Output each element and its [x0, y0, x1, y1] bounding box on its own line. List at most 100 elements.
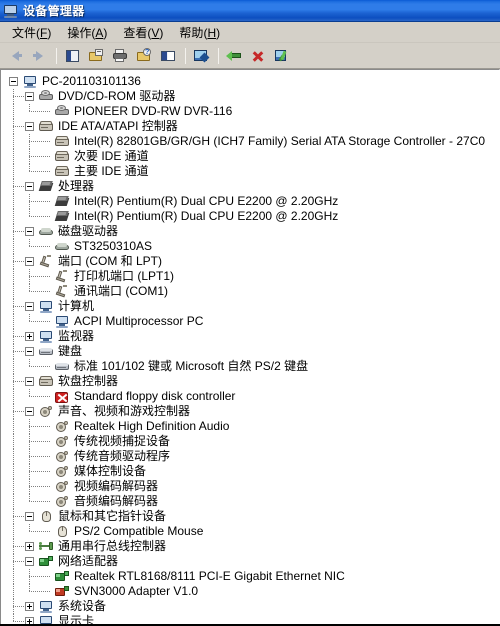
uninstall-red-x-icon — [250, 48, 267, 64]
view-toggle-button[interactable] — [157, 45, 180, 67]
tree-node-label: PIONEER DVD-RW DVR-116 — [74, 104, 233, 118]
tree-node[interactable]: 磁盘驱动器 — [1, 224, 499, 239]
scan-hardware-button[interactable] — [190, 45, 213, 67]
expander-minus-icon[interactable] — [25, 257, 34, 266]
disk-drive-icon — [38, 224, 55, 239]
tree-node-label: Intel(R) 82801GB/GR/GH (ICH7 Family) Ser… — [74, 134, 486, 148]
tree-node[interactable]: 传统音频驱动程序 — [1, 449, 499, 464]
tree-node[interactable]: Intel(R) Pentium(R) Dual CPU E2200 @ 2.2… — [1, 194, 499, 209]
tree-node[interactable]: DVD/CD-ROM 驱动器 — [1, 89, 499, 104]
tree-node[interactable]: PIONEER DVD-RW DVR-116 — [1, 104, 499, 119]
sound-icon — [54, 449, 71, 464]
computer-monitor-icon — [3, 3, 19, 19]
tree-node[interactable]: SVN3000 Adapter V1.0 — [1, 584, 499, 599]
expander-minus-icon[interactable] — [25, 182, 34, 191]
forward-button[interactable] — [28, 45, 51, 67]
tree-node[interactable]: 标准 101/102 键或 Microsoft 自然 PS/2 键盘 — [1, 359, 499, 374]
expander-plus-icon[interactable] — [25, 602, 34, 611]
tree-node[interactable]: 音频编码解码器 — [1, 494, 499, 509]
tree-node[interactable]: 鼠标和其它指针设备 — [1, 509, 499, 524]
tree-node[interactable]: 传统视频捕捉设备 — [1, 434, 499, 449]
menu-item-3[interactable]: 查看(V) — [116, 22, 172, 43]
expander-minus-icon[interactable] — [25, 407, 34, 416]
tree-node-label: Realtek RTL8168/8111 PCI-E Gigabit Ether… — [74, 569, 345, 583]
tree-node-label: 媒体控制设备 — [74, 464, 147, 478]
tree-node[interactable]: Realtek RTL8168/8111 PCI-E Gigabit Ether… — [1, 569, 499, 584]
expander-minus-icon[interactable] — [25, 377, 34, 386]
print-button[interactable] — [109, 45, 132, 67]
tree-node-label: IDE ATA/ATAPI 控制器 — [58, 119, 178, 133]
tree-node[interactable]: PS/2 Compatible Mouse — [1, 524, 499, 539]
tree-node-label: Standard floppy disk controller — [74, 389, 236, 403]
tree-node[interactable]: 键盘 — [1, 344, 499, 359]
expander-minus-icon[interactable] — [25, 227, 34, 236]
computer-icon — [54, 314, 71, 329]
tree-node-label: 传统音频驱动程序 — [74, 449, 171, 463]
tree-node[interactable]: 软盘控制器 — [1, 374, 499, 389]
ide-controller-icon — [38, 374, 55, 389]
uninstall-button[interactable] — [247, 45, 270, 67]
expander-plus-icon[interactable] — [25, 332, 34, 341]
expander-minus-icon[interactable] — [25, 512, 34, 521]
tree-node-label: 通用串行总线控制器 — [58, 539, 167, 553]
network-red-icon — [54, 584, 71, 599]
expander-minus-icon[interactable] — [9, 77, 18, 86]
toolbar: ? — [0, 43, 500, 69]
device-manager-window: 设备管理器 文件(F) 操作(A) 查看(V) 帮助(H) ? PC-20110… — [0, 0, 500, 626]
tree-node[interactable]: 处理器 — [1, 179, 499, 194]
back-button[interactable] — [4, 45, 27, 67]
tree-node[interactable]: IDE ATA/ATAPI 控制器 — [1, 119, 499, 134]
tree-node-label: Intel(R) Pentium(R) Dual CPU E2200 @ 2.2… — [74, 194, 339, 208]
device-tree[interactable]: PC-201103101136 DVD/CD-ROM 驱动器 PIONEER DVD… — [0, 69, 500, 626]
menu-item-accel: V — [151, 25, 160, 40]
tree-node[interactable]: 主要 IDE 通道 — [1, 164, 499, 179]
tree-node[interactable]: 打印机端口 (LPT1) — [1, 269, 499, 284]
tree-node-label: 键盘 — [58, 344, 83, 358]
expander-minus-icon[interactable] — [25, 347, 34, 356]
expander-minus-icon[interactable] — [25, 302, 34, 311]
tree-node[interactable]: Realtek High Definition Audio — [1, 419, 499, 434]
tree-node[interactable]: Intel(R) 82801GB/GR/GH (ICH7 Family) Ser… — [1, 134, 499, 149]
tree-node[interactable]: ACPI Multiprocessor PC — [1, 314, 499, 329]
enable-green-check-icon — [274, 48, 291, 64]
properties-button[interactable] — [85, 45, 108, 67]
tree-node[interactable]: 系统设备 — [1, 599, 499, 614]
menu-item-label: 操作 — [67, 25, 92, 40]
tree-node[interactable]: 声音、视频和游戏控制器 — [1, 404, 499, 419]
show-hide-tree-button[interactable] — [61, 45, 84, 67]
expander-minus-icon[interactable] — [25, 557, 34, 566]
expander-minus-icon[interactable] — [25, 122, 34, 131]
computer-icon — [38, 299, 55, 314]
tree-node[interactable]: Intel(R) Pentium(R) Dual CPU E2200 @ 2.2… — [1, 209, 499, 224]
tree-node[interactable]: ST3250310AS — [1, 239, 499, 254]
tree-node[interactable]: 网络适配器 — [1, 554, 499, 569]
tree-node[interactable]: 媒体控制设备 — [1, 464, 499, 479]
expander-minus-icon[interactable] — [25, 92, 34, 101]
tree-root-node[interactable]: PC-201103101136 — [1, 74, 499, 89]
tree-node-label: ST3250310AS — [74, 239, 153, 253]
sound-icon — [54, 419, 71, 434]
help-button[interactable]: ? — [133, 45, 156, 67]
tree-node-label: 通讯端口 (COM1) — [74, 284, 168, 298]
tree-node[interactable]: 通讯端口 (COM1) — [1, 284, 499, 299]
tree-node[interactable]: 端口 (COM 和 LPT) — [1, 254, 499, 269]
tree-node[interactable]: 计算机 — [1, 299, 499, 314]
menu-item-4[interactable]: 帮助(H) — [172, 22, 229, 43]
expander-plus-icon[interactable] — [25, 542, 34, 551]
tree-node[interactable]: Standard floppy disk controller — [1, 389, 499, 404]
port-icon — [38, 254, 55, 269]
tree-node-label: Realtek High Definition Audio — [74, 419, 230, 433]
menu-item-2[interactable]: 操作(A) — [60, 22, 116, 43]
tree-node[interactable]: 次要 IDE 通道 — [1, 149, 499, 164]
enable-device-button[interactable] — [271, 45, 294, 67]
title-bar: 设备管理器 — [0, 0, 500, 22]
menu-item-1[interactable]: 文件(F) — [5, 22, 60, 43]
tree-node[interactable]: 监视器 — [1, 329, 499, 344]
sound-icon — [54, 434, 71, 449]
mouse-icon — [38, 509, 55, 524]
tree-node[interactable]: 视频编码解码器 — [1, 479, 499, 494]
update-driver-button[interactable] — [223, 45, 246, 67]
network-icon — [38, 554, 55, 569]
toolbar-separator — [185, 47, 186, 64]
tree-node[interactable]: 通用串行总线控制器 — [1, 539, 499, 554]
